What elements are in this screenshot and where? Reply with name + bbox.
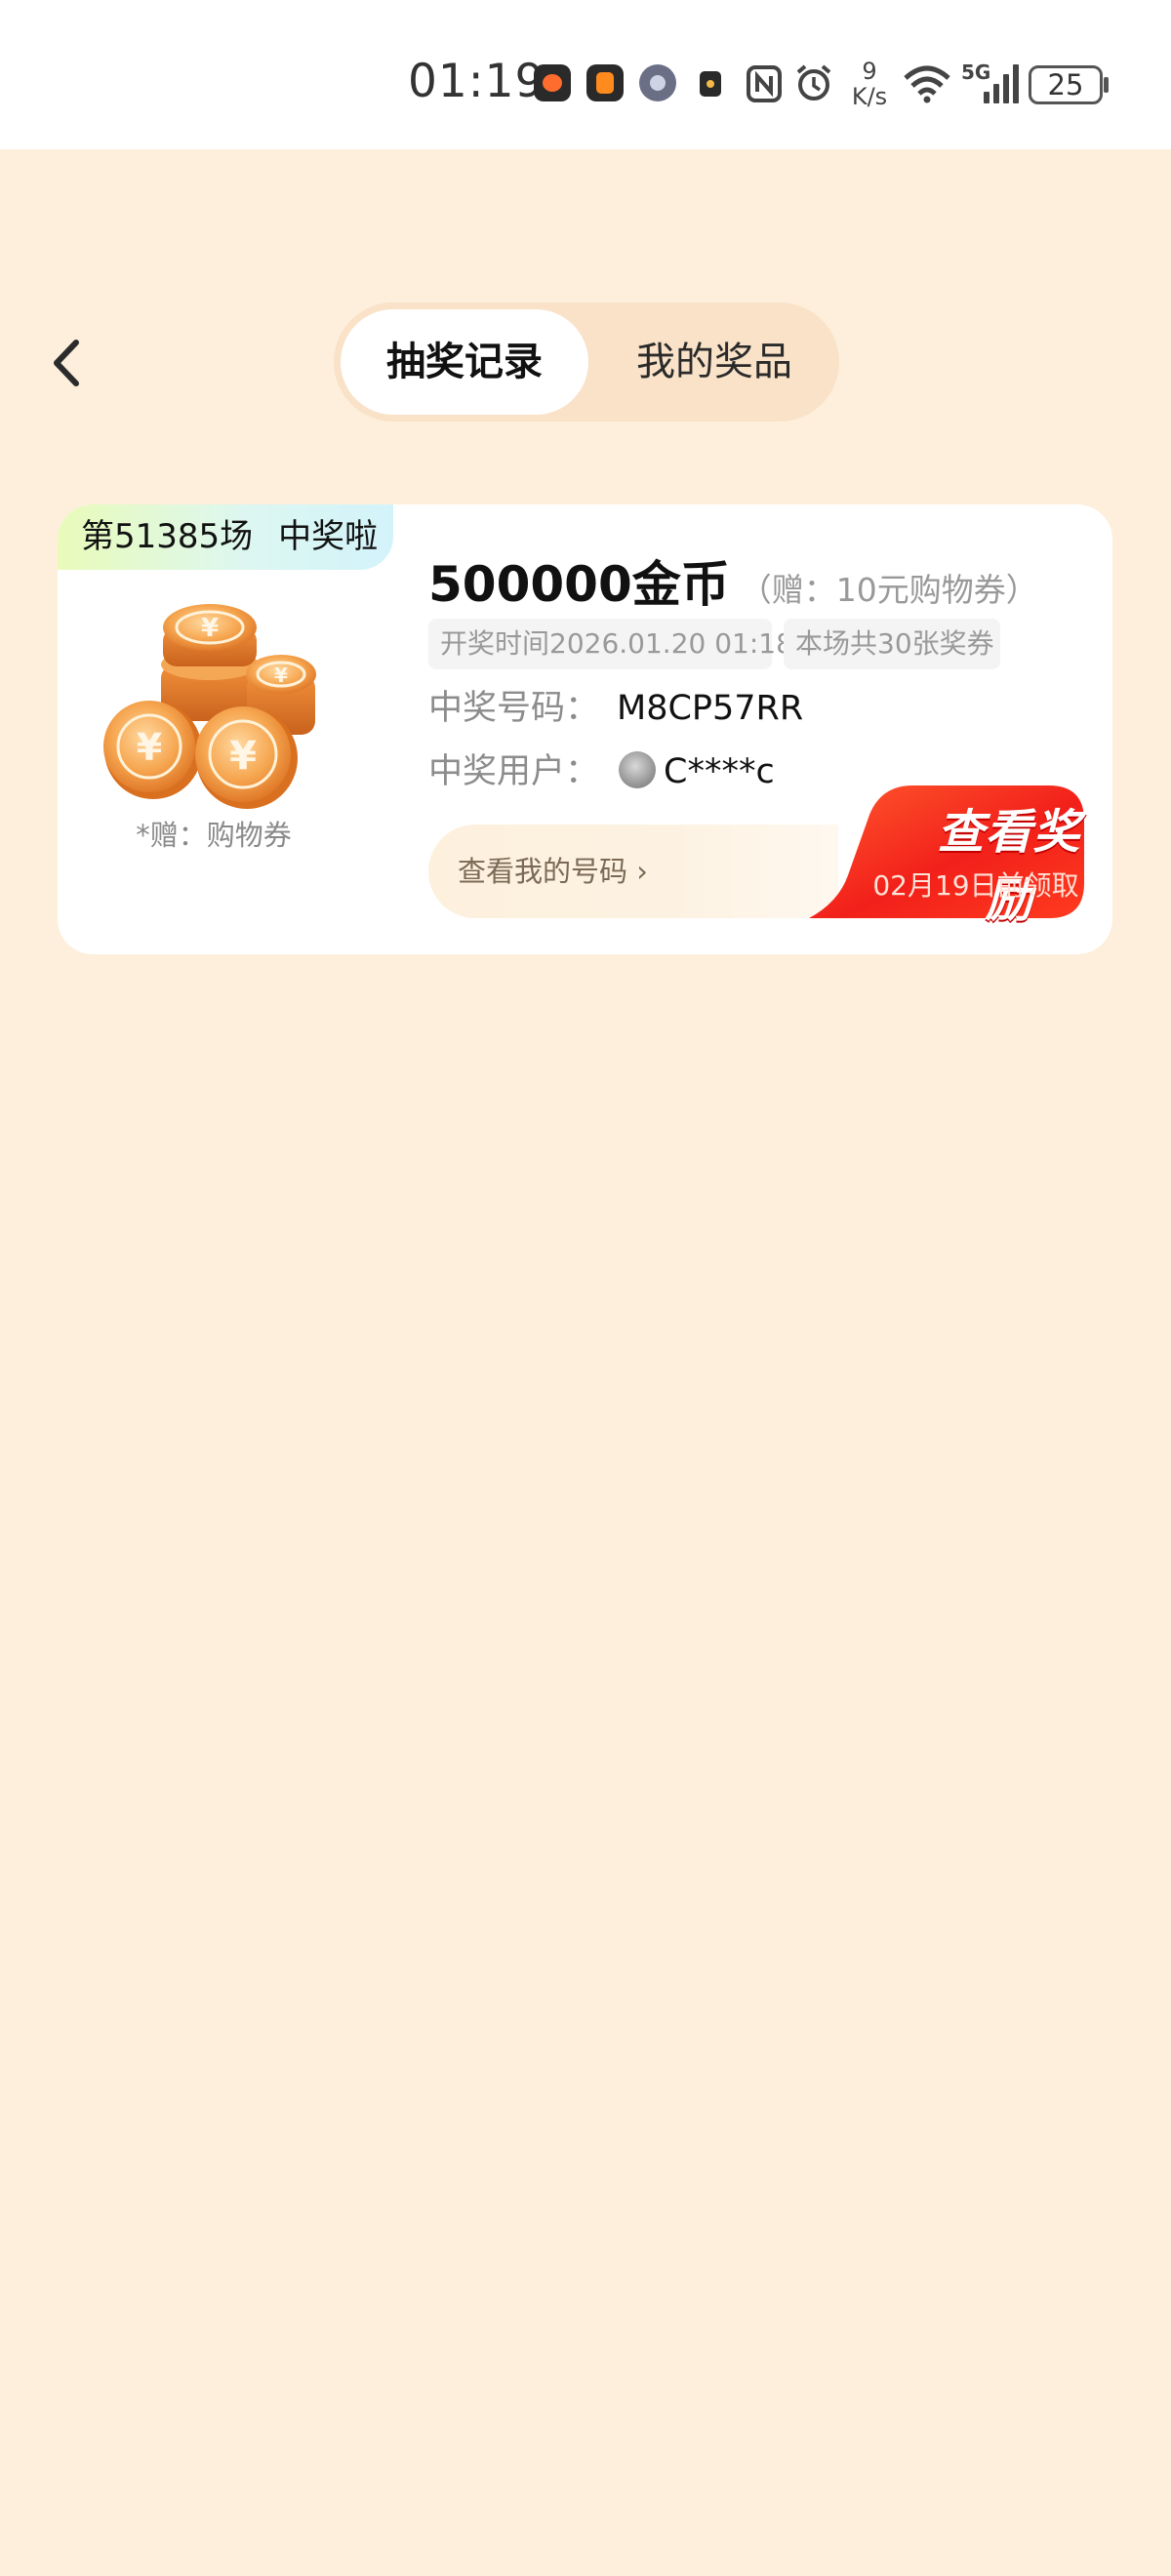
- tab-draw-records[interactable]: 抽奖记录: [341, 309, 588, 415]
- winning-code-value: M8CP57RR: [617, 689, 804, 728]
- network-speed-value: 9: [862, 58, 877, 85]
- winner-avatar: [619, 751, 657, 788]
- winner-row: 中奖用户： C****c: [428, 744, 775, 793]
- winner-name: C****c: [664, 752, 775, 791]
- gold-coins-image: ¥ ¥ ¥ ¥: [103, 604, 316, 809]
- back-button[interactable]: [45, 337, 88, 389]
- network-speed: 9 K/s: [847, 59, 892, 109]
- win-status: 中奖啦: [278, 517, 379, 556]
- status-bar: 01:19 9 K/s 5G 25: [0, 0, 1171, 149]
- session-tag: 第51385场 中奖啦: [58, 504, 393, 570]
- draw-time-chip: 开奖时间2026.01.20 01:18: [428, 619, 793, 669]
- tab-my-prizes[interactable]: 我的奖品: [597, 309, 831, 415]
- network-speed-unit: K/s: [851, 83, 888, 110]
- prize-bonus: （赠：10元购物券）: [739, 571, 1038, 609]
- kuaishou-app-icon: [586, 64, 624, 101]
- back-arrow-icon: [54, 340, 79, 386]
- app-icon: [700, 71, 721, 97]
- weibo-app-icon: [534, 64, 571, 101]
- battery-tip: [1104, 77, 1109, 93]
- view-reward-label[interactable]: 查看奖励: [916, 793, 1102, 930]
- status-time: 01:19: [408, 55, 545, 108]
- my-codes-bar[interactable]: 查看我的号码 ›: [428, 825, 838, 918]
- svg-text:¥: ¥: [229, 734, 257, 779]
- svg-text:¥: ¥: [274, 664, 288, 687]
- prize-title-row: 500000金币 （赠：10元购物券）: [428, 545, 1038, 616]
- tab-group: 抽奖记录 我的奖品: [334, 302, 839, 422]
- alarm-icon: [796, 64, 831, 101]
- prize-title: 500000金币: [428, 556, 730, 613]
- settings-app-icon: [639, 64, 676, 101]
- battery-icon: 25: [1029, 65, 1103, 104]
- session-number: 第51385场: [81, 517, 254, 556]
- svg-text:¥: ¥: [201, 614, 219, 643]
- winning-code-row: 中奖号码： M8CP57RR: [428, 680, 803, 730]
- winning-code-label: 中奖号码：: [428, 689, 600, 728]
- winner-label: 中奖用户：: [428, 752, 600, 791]
- view-my-codes-link[interactable]: 查看我的号码 ›: [458, 825, 648, 918]
- gift-note: *赠：购物券: [136, 819, 292, 852]
- lottery-record-card[interactable]: 第51385场 中奖啦 ¥ ¥ ¥ ¥ *赠：购物券 500000金币 （赠：1…: [58, 504, 1112, 954]
- signal-icon: [984, 62, 1019, 103]
- reward-deadline: 02月19日前领取: [872, 869, 1079, 902]
- nfc-icon: [747, 65, 782, 102]
- total-coupons-chip: 本场共30张奖券: [784, 619, 1000, 669]
- svg-text:¥: ¥: [137, 726, 162, 769]
- wifi-icon: [904, 65, 950, 103]
